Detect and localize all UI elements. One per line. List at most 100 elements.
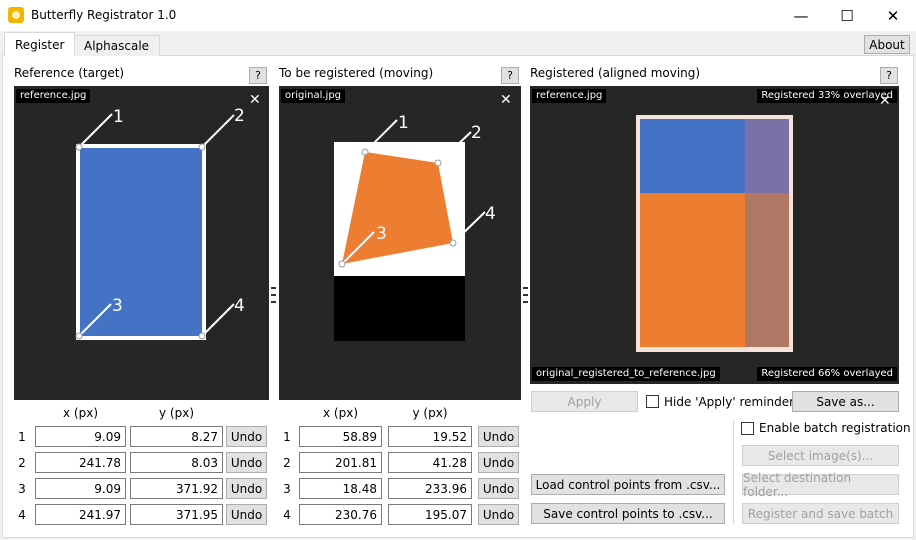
registered-help-button[interactable]: ? bbox=[880, 67, 898, 84]
registered-overlay-blue-strip bbox=[745, 119, 789, 193]
registered-image-view[interactable]: reference.jpg Registered 33% overlayed ✕… bbox=[530, 86, 899, 384]
enable-batch-checkbox[interactable] bbox=[741, 422, 754, 435]
registered-bottom-filename: original_registered_to_reference.jpg bbox=[532, 367, 720, 381]
moving-control-point-1[interactable] bbox=[361, 148, 369, 156]
reference-point-undo-button[interactable]: Undo bbox=[226, 426, 267, 447]
registered-panel-label: Registered (aligned moving) bbox=[530, 66, 701, 80]
moving-control-point-4[interactable] bbox=[449, 239, 457, 247]
moving-point-undo-button[interactable]: Undo bbox=[478, 478, 519, 499]
save-as-button[interactable]: Save as... bbox=[792, 391, 899, 412]
moving-point-y-input[interactable]: 41.28 bbox=[388, 452, 472, 473]
maximize-icon: ☐ bbox=[840, 6, 854, 25]
tab-alphascale[interactable]: Alphascale bbox=[73, 35, 161, 56]
reference-point-2-label: 2 bbox=[234, 106, 245, 126]
moving-point-4-label: 4 bbox=[485, 204, 496, 224]
reference-point-1-leader bbox=[78, 113, 113, 148]
reference-point-y-input[interactable]: 371.92 bbox=[130, 478, 223, 499]
moving-x-column-header: x (px) bbox=[323, 406, 358, 420]
reference-point-x-input[interactable]: 241.97 bbox=[35, 504, 126, 525]
reference-image-view[interactable]: 1 2 3 4 reference.jpg ✕ bbox=[14, 86, 269, 400]
butterfly-app-icon bbox=[8, 7, 24, 23]
reference-control-point-2[interactable] bbox=[198, 143, 206, 151]
reference-point-x-input[interactable]: 241.78 bbox=[35, 452, 126, 473]
reference-control-point-4[interactable] bbox=[198, 332, 206, 340]
reference-canvas: 1 2 3 4 bbox=[75, 106, 245, 340]
moving-point-row-number: 3 bbox=[283, 482, 291, 496]
about-button[interactable]: About bbox=[864, 35, 910, 54]
reference-control-point-3[interactable] bbox=[75, 332, 83, 340]
moving-point-undo-button[interactable]: Undo bbox=[478, 426, 519, 447]
reference-close-icon[interactable]: ✕ bbox=[249, 93, 261, 107]
moving-canvas: 1 2 3 4 bbox=[334, 113, 496, 341]
reference-point-y-input[interactable]: 8.03 bbox=[130, 452, 223, 473]
moving-image-view[interactable]: 1 2 3 4 original.jpg ✕ bbox=[279, 86, 521, 400]
reference-point-4-leader bbox=[201, 303, 235, 337]
reference-point-undo-button[interactable]: Undo bbox=[226, 452, 267, 473]
reference-point-3-label: 3 bbox=[112, 296, 123, 316]
registered-blue-region bbox=[640, 119, 745, 193]
enable-batch-label: Enable batch registration bbox=[759, 421, 911, 435]
registered-overlay-orange-strip bbox=[745, 193, 789, 347]
splitter-handle-left[interactable] bbox=[271, 287, 276, 303]
moving-close-icon[interactable]: ✕ bbox=[500, 93, 512, 107]
reference-help-button[interactable]: ? bbox=[249, 67, 267, 84]
moving-control-point-2[interactable] bbox=[434, 159, 442, 167]
moving-point-x-input[interactable]: 58.89 bbox=[299, 426, 382, 447]
splitter-handle-right[interactable] bbox=[523, 287, 528, 303]
reference-point-row-number: 1 bbox=[18, 430, 26, 444]
moving-point-undo-button[interactable]: Undo bbox=[478, 504, 519, 525]
close-icon: ✕ bbox=[886, 6, 900, 25]
moving-point-3-label: 3 bbox=[376, 224, 387, 244]
moving-help-button[interactable]: ? bbox=[501, 67, 519, 84]
reference-blue-rectangle bbox=[80, 148, 202, 336]
tab-register[interactable]: Register bbox=[4, 32, 76, 56]
select-images-button[interactable]: Select image(s)... bbox=[742, 445, 899, 466]
moving-image-black-area bbox=[334, 276, 465, 341]
reference-point-row-number: 3 bbox=[18, 482, 26, 496]
reference-point-x-input[interactable]: 9.09 bbox=[35, 426, 126, 447]
reference-point-1-label: 1 bbox=[113, 107, 124, 127]
registered-canvas bbox=[636, 115, 793, 352]
moving-point-2-label: 2 bbox=[471, 123, 482, 143]
moving-point-x-input[interactable]: 18.48 bbox=[299, 478, 382, 499]
hide-apply-reminder-label: Hide 'Apply' reminder bbox=[664, 395, 795, 409]
select-destination-folder-button[interactable]: Select destination folder... bbox=[742, 471, 899, 499]
minimize-icon: — bbox=[793, 6, 809, 25]
minimize-button[interactable]: — bbox=[778, 0, 824, 31]
registered-close-icon[interactable]: ✕ bbox=[879, 94, 891, 108]
save-control-points-button[interactable]: Save control points to .csv... bbox=[531, 503, 725, 524]
load-control-points-button[interactable]: Load control points from .csv... bbox=[531, 474, 725, 495]
moving-control-point-3[interactable] bbox=[338, 260, 346, 268]
maximize-button[interactable]: ☐ bbox=[824, 0, 870, 31]
reference-point-y-input[interactable]: 371.95 bbox=[130, 504, 223, 525]
reference-panel-label: Reference (target) bbox=[14, 66, 125, 80]
moving-point-x-input[interactable]: 201.81 bbox=[299, 452, 382, 473]
reference-point-row-number: 2 bbox=[18, 456, 26, 470]
moving-point-1-label: 1 bbox=[398, 113, 409, 133]
moving-panel-label: To be registered (moving) bbox=[279, 66, 434, 80]
moving-point-y-input[interactable]: 233.96 bbox=[388, 478, 472, 499]
hide-apply-reminder-checkbox[interactable] bbox=[646, 395, 659, 408]
batch-divider bbox=[733, 420, 734, 525]
reference-point-row-number: 4 bbox=[18, 508, 26, 522]
reference-point-undo-button[interactable]: Undo bbox=[226, 478, 267, 499]
reference-filename: reference.jpg bbox=[16, 89, 91, 103]
reference-x-column-header: x (px) bbox=[63, 406, 98, 420]
registered-bottom-overlay-label: Registered 66% overlayed bbox=[757, 367, 897, 381]
moving-point-y-input[interactable]: 19.52 bbox=[388, 426, 472, 447]
moving-point-row-number: 4 bbox=[283, 508, 291, 522]
registered-top-filename: reference.jpg bbox=[532, 89, 607, 103]
moving-point-row-number: 2 bbox=[283, 456, 291, 470]
reference-point-2-leader bbox=[201, 114, 235, 148]
apply-button[interactable]: Apply bbox=[531, 391, 638, 412]
close-window-button[interactable]: ✕ bbox=[870, 0, 916, 31]
reference-point-undo-button[interactable]: Undo bbox=[226, 504, 267, 525]
moving-point-row-number: 1 bbox=[283, 430, 291, 444]
reference-control-point-1[interactable] bbox=[75, 143, 83, 151]
moving-point-y-input[interactable]: 195.07 bbox=[388, 504, 472, 525]
reference-point-y-input[interactable]: 8.27 bbox=[130, 426, 223, 447]
moving-point-undo-button[interactable]: Undo bbox=[478, 452, 519, 473]
moving-point-x-input[interactable]: 230.76 bbox=[299, 504, 382, 525]
register-and-save-batch-button[interactable]: Register and save batch bbox=[742, 503, 899, 524]
reference-point-x-input[interactable]: 9.09 bbox=[35, 478, 126, 499]
